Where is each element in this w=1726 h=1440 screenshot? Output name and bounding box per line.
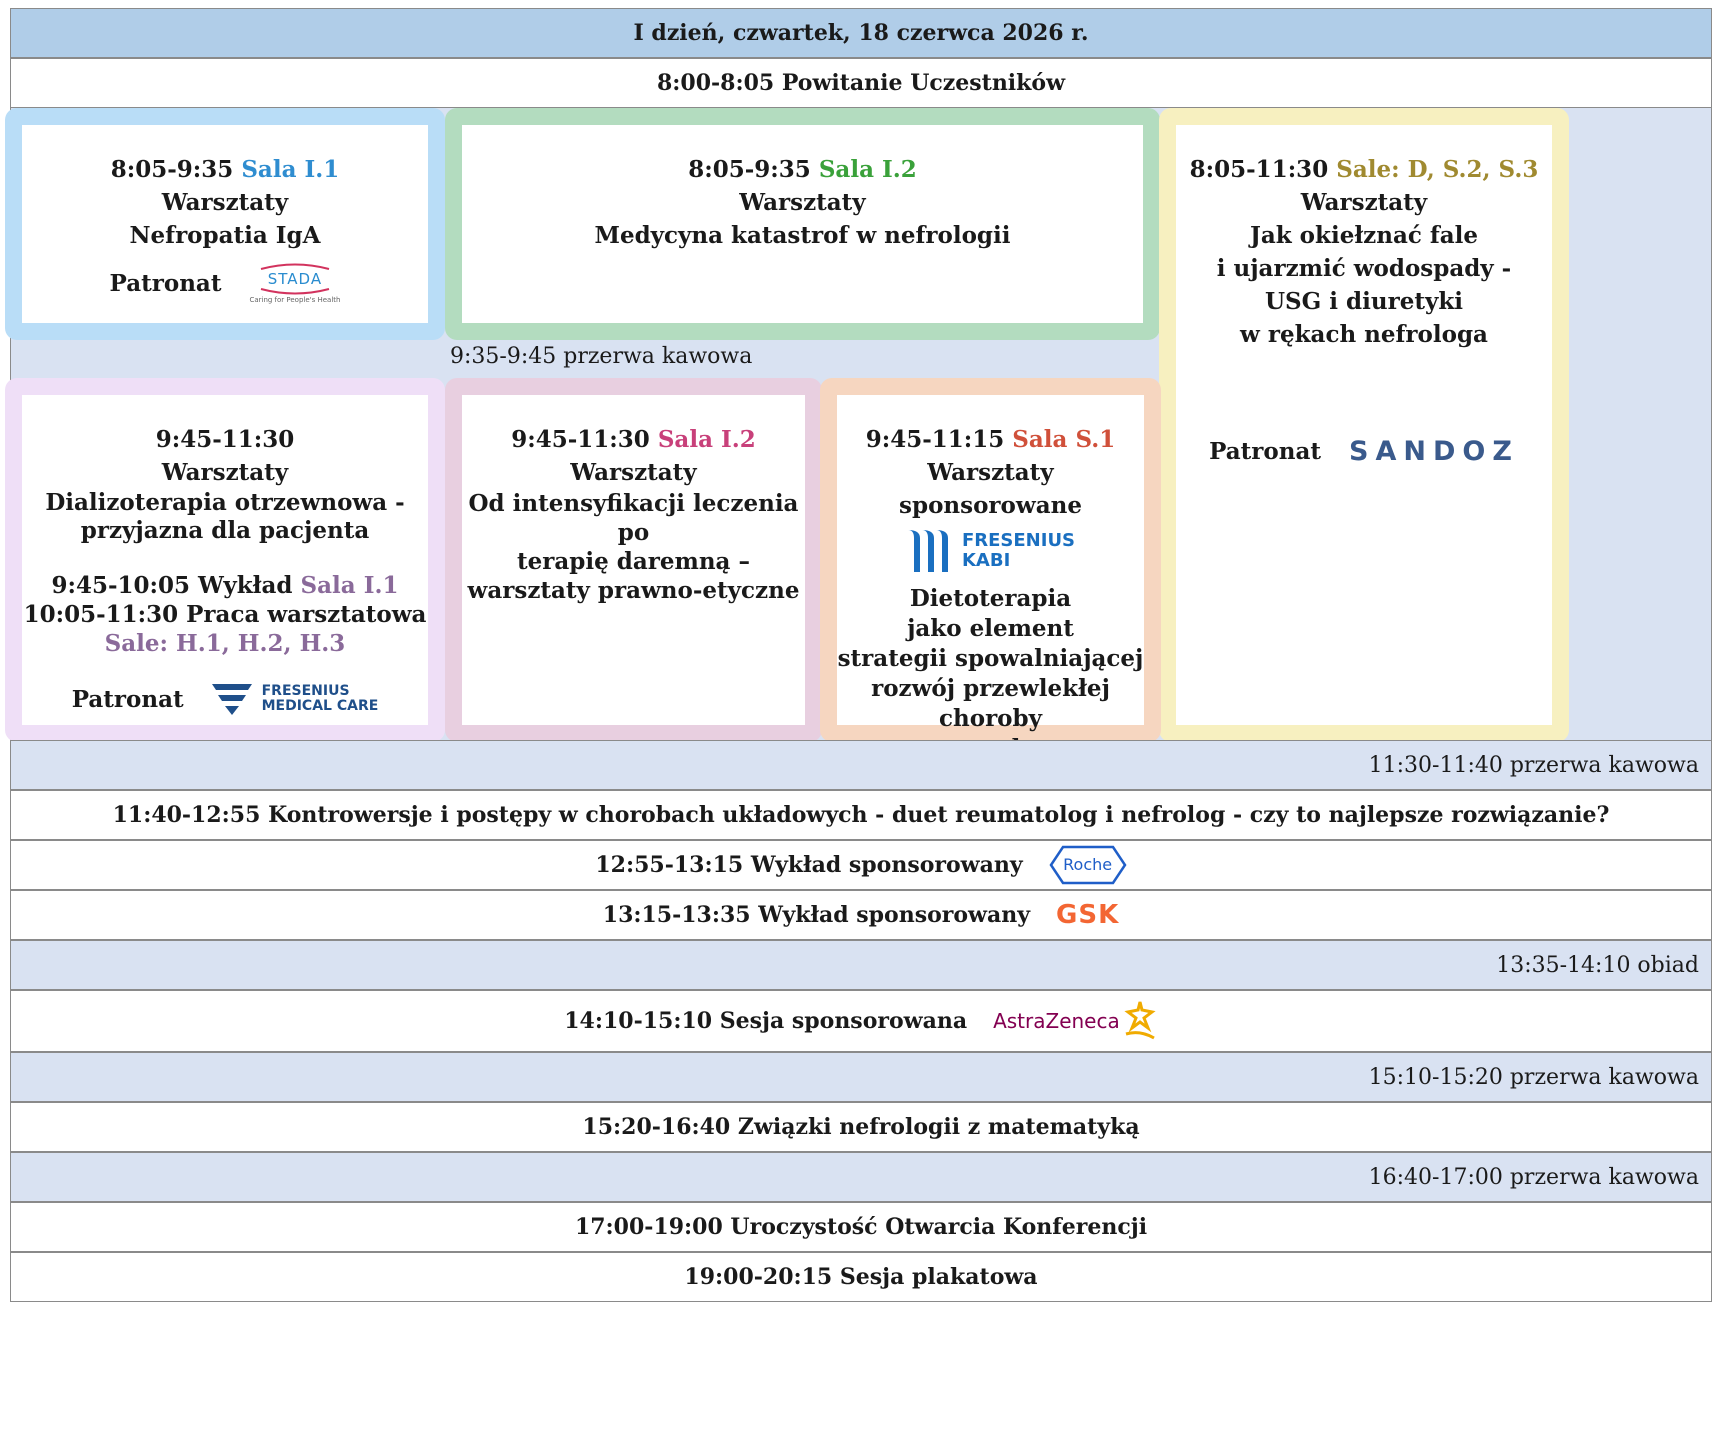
box3-title-4: w rękach nefrologa <box>1240 321 1488 348</box>
stada-logo-text: STADA <box>267 270 323 288</box>
fresenius-kabi-line1: FRESENIUS <box>961 530 1076 551</box>
lunch-text: 13:35-14:10 obiad <box>1496 952 1699 978</box>
session-row-2: 14:10-15:10 Sesja sponsorowana AstraZene… <box>10 990 1712 1052</box>
astrazeneca-symbol-icon <box>1124 1001 1156 1040</box>
box3-type: Warsztaty <box>1300 189 1428 216</box>
astrazeneca-logo: AstraZeneca <box>993 1000 1158 1042</box>
workshop-box-iga: 8:05-9:35 Sala I.1 Warsztaty Nefropatia … <box>5 108 445 340</box>
session1-text: 11:40-12:55 Kontrowersje i postępy w cho… <box>112 802 1610 828</box>
box5-title-3: warsztaty prawno-etyczne <box>467 577 800 604</box>
box4-title-2: przyjazna dla pacjenta <box>80 517 370 544</box>
break-row-3: 15:10-15:20 przerwa kawowa <box>10 1052 1712 1102</box>
fresenius-medical-line1: FRESENIUS <box>261 683 350 699</box>
day-header: I dzień, czwartek, 18 czerwca 2026 r. <box>10 8 1712 58</box>
welcome-text: 8:00-8:05 Powitanie Uczestników <box>656 70 1066 96</box>
break4-text: 16:40-17:00 przerwa kawowa <box>1368 1164 1699 1190</box>
box3-title-3: USG i diuretyki <box>1264 288 1463 315</box>
poster-text: 19:00-20:15 Sesja plakatowa <box>684 1264 1038 1290</box>
stada-logo: STADA Caring for People's Health <box>249 262 340 305</box>
box1-patron-label: Patronat <box>109 270 222 297</box>
fresenius-kabi-icon <box>907 530 948 572</box>
box3-time: 8:05-11:30 <box>1189 156 1329 183</box>
opening-row: 17:00-19:00 Uroczystość Otwarcia Konfere… <box>10 1202 1712 1252</box>
box6-title-2: jako element <box>907 615 1074 642</box>
box4-sub3-rooms: Sale: H.1, H.2, H.3 <box>104 630 346 657</box>
lecture2-text: 13:15-13:35 Wykład sponsorowany <box>602 902 1031 928</box>
box6-title-3: strategii spowalniającej <box>837 645 1144 672</box>
astrazeneca-logo-text: AstraZeneca <box>993 1009 1120 1033</box>
fresenius-kabi-logo: FRESENIUS KABI <box>906 528 1075 574</box>
workshop-box-katastrof: 8:05-9:35 Sala I.2 Warsztaty Medycyna ka… <box>445 108 1160 340</box>
lecture-row-2: 13:15-13:35 Wykład sponsorowany GSK <box>10 890 1712 940</box>
box6-type: Warsztaty <box>927 459 1054 486</box>
workshop-box-etyka: 9:45-11:30 Sala I.2 Warsztaty Od intensy… <box>445 378 822 742</box>
workshop-box-usg: 8:05-11:30 Sale: D, S.2, S.3 Warsztaty J… <box>1159 108 1569 742</box>
box2-title: Medycyna katastrof w nefrologii <box>594 222 1011 249</box>
box3-patron-label: Patronat <box>1209 438 1322 465</box>
box6-time: 9:45-11:15 <box>865 426 1005 453</box>
box3-title-1: Jak okiełznać fale <box>1249 222 1479 249</box>
lecture1-text: 12:55-13:15 Wykład sponsorowany <box>595 852 1023 878</box>
box2-time: 8:05-9:35 <box>688 156 811 183</box>
roche-logo: Roche <box>1049 845 1127 885</box>
workshop-box-dializa: 9:45-11:30 Warsztaty Dializoterapia otrz… <box>5 378 445 742</box>
box6-subtype: sponsorowane <box>899 492 1082 519</box>
fresenius-medical-icon <box>211 684 252 715</box>
box4-sub1-time: 9:45-10:05 Wykład <box>51 572 293 599</box>
roche-logo-text: Roche <box>1063 855 1113 874</box>
box3-title-2: i ujarzmić wodospady - <box>1216 255 1512 282</box>
break3-text: 15:10-15:20 przerwa kawowa <box>1368 1064 1699 1090</box>
box1-time: 8:05-9:35 <box>110 156 234 183</box>
gsk-logo: GSK <box>1056 900 1120 930</box>
lunch-row: 13:35-14:10 obiad <box>10 940 1712 990</box>
session-row-3: 15:20-16:40 Związki nefrologii z matemat… <box>10 1102 1712 1152</box>
box1-title: Nefropatia IgA <box>129 222 321 249</box>
box5-title-2: terapię daremną – <box>517 548 750 575</box>
break-row-2: 11:30-11:40 przerwa kawowa <box>10 740 1712 790</box>
box4-patron-label: Patronat <box>71 685 184 713</box>
break1-text: 9:35-9:45 przerwa kawowa <box>450 344 753 369</box>
welcome-row: 8:00-8:05 Powitanie Uczestników <box>10 58 1712 108</box>
break2-text: 11:30-11:40 przerwa kawowa <box>1368 752 1699 778</box>
day-title: I dzień, czwartek, 18 czerwca 2026 r. <box>633 20 1089 46</box>
poster-row: 19:00-20:15 Sesja plakatowa <box>10 1252 1712 1302</box>
session3-text: 15:20-16:40 Związki nefrologii z matemat… <box>582 1114 1140 1140</box>
box1-type: Warsztaty <box>161 189 289 216</box>
break-row-4: 16:40-17:00 przerwa kawowa <box>10 1152 1712 1202</box>
box6-room: Sala S.1 <box>1012 426 1116 453</box>
fresenius-medical-logo: FRESENIUS MEDICAL CARE <box>211 682 379 716</box>
box2-room: Sala I.2 <box>818 156 917 183</box>
stada-tagline: Caring for People's Health <box>249 296 341 304</box>
box4-sub2: 10:05-11:30 Praca warsztatowa <box>23 601 427 628</box>
box1-room: Sala I.1 <box>241 156 340 183</box>
fresenius-medical-line2: MEDICAL CARE <box>261 698 379 714</box>
stada-arc-icon <box>260 263 330 270</box>
box3-room: Sale: D, S.2, S.3 <box>1336 156 1539 183</box>
box4-type: Warsztaty <box>161 459 289 486</box>
session-row-1: 11:40-12:55 Kontrowersje i postępy w cho… <box>10 790 1712 840</box>
opening-text: 17:00-19:00 Uroczystość Otwarcia Konfere… <box>574 1214 1148 1240</box>
box6-title-1: Dietoterapia <box>909 585 1072 612</box>
box5-room: Sala I.2 <box>657 426 756 453</box>
session2-text: 14:10-15:10 Sesja sponsorowana <box>564 1008 968 1034</box>
box5-type: Warsztaty <box>570 459 697 486</box>
box2-type: Warsztaty <box>739 189 866 216</box>
fresenius-kabi-line2: KABI <box>961 550 1011 571</box>
workshop-box-dietoterapia: 9:45-11:15 Sala S.1 Warsztaty sponsorowa… <box>820 378 1161 762</box>
stada-arc-bottom-icon <box>260 288 330 295</box>
box6-title-4: rozwój przewlekłej choroby <box>871 675 1110 732</box>
sandoz-logo: SANDOZ <box>1349 436 1519 467</box>
lecture-row-1: 12:55-13:15 Wykład sponsorowany Roche <box>10 840 1712 890</box>
box5-time: 9:45-11:30 <box>511 426 650 453</box>
break-row-1: 9:35-9:45 przerwa kawowa <box>450 344 752 369</box>
box4-title-1: Dializoterapia otrzewnowa - <box>45 489 405 516</box>
box5-title-1: Od intensyfikacji leczenia po <box>468 490 799 546</box>
box4-time: 9:45-11:30 <box>155 426 295 453</box>
box4-sub1-room: Sala I.1 <box>300 572 399 599</box>
